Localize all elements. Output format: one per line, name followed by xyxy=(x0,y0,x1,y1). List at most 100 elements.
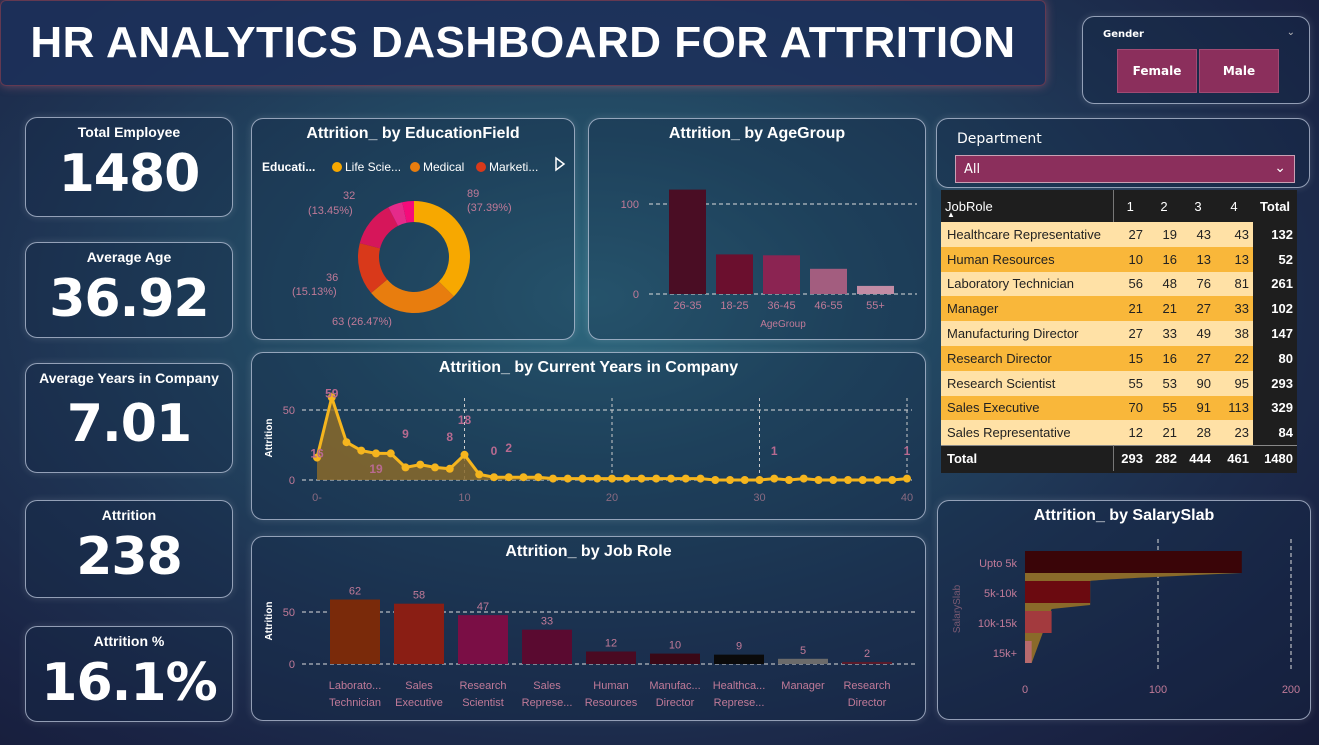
data-point[interactable] xyxy=(342,438,351,447)
data-point[interactable] xyxy=(401,463,410,472)
data-label: 2 xyxy=(505,441,512,455)
table-row[interactable]: Healthcare Representative 27 19 43 43 132 xyxy=(941,222,1297,247)
data-point[interactable] xyxy=(372,449,380,458)
table-cell: 27 xyxy=(1181,296,1215,322)
bar-job-role[interactable] xyxy=(778,658,828,664)
bar-job-role[interactable] xyxy=(714,654,764,664)
table-row[interactable]: Sales Representative 12 21 28 23 84 xyxy=(941,420,1297,446)
column-header[interactable]: JobRole ▲ xyxy=(941,190,1114,222)
data-point[interactable] xyxy=(770,474,779,483)
bar-job-role[interactable] xyxy=(330,599,380,664)
data-point[interactable] xyxy=(873,476,882,484)
data-label: 5 xyxy=(800,645,806,657)
table-row[interactable]: Laboratory Technician 56 48 76 81 261 xyxy=(941,271,1297,297)
data-point[interactable] xyxy=(696,474,705,483)
data-point[interactable] xyxy=(785,476,793,484)
data-point[interactable] xyxy=(888,476,897,484)
table-cell: 33 xyxy=(1147,321,1181,346)
column-header[interactable]: 2 xyxy=(1147,190,1181,222)
bar-job-role[interactable] xyxy=(586,651,636,664)
data-point[interactable] xyxy=(829,476,838,484)
department-dropdown[interactable]: All ⌄ xyxy=(955,155,1295,183)
y-tick: 0 xyxy=(289,659,295,671)
data-point[interactable] xyxy=(608,474,616,483)
data-point[interactable] xyxy=(563,474,572,483)
data-point[interactable] xyxy=(445,464,454,473)
column-header[interactable]: 3 xyxy=(1181,190,1215,222)
column-header[interactable]: 1 xyxy=(1113,190,1147,222)
data-point[interactable] xyxy=(475,470,484,479)
bar-job-role[interactable] xyxy=(650,653,700,664)
data-point[interactable] xyxy=(740,476,749,484)
data-point[interactable] xyxy=(799,474,808,483)
table-row[interactable]: Manufacturing Director 27 33 49 38 147 xyxy=(941,321,1297,346)
table-row[interactable]: Research Scientist 55 53 90 95 293 xyxy=(941,370,1297,396)
bar-salary-slab[interactable] xyxy=(1025,611,1052,633)
bar-salary-slab[interactable] xyxy=(1025,641,1032,663)
data-label: 19 xyxy=(369,462,383,476)
data-point[interactable] xyxy=(357,446,366,455)
bar-job-role[interactable] xyxy=(522,629,572,664)
legend-item[interactable]: Marketi... xyxy=(489,160,538,174)
kpi-label: Average Years in Company xyxy=(39,370,219,386)
x-tick: 0- xyxy=(312,492,322,504)
x-tick: Scientist xyxy=(462,697,504,709)
data-point[interactable] xyxy=(490,473,498,482)
data-point[interactable] xyxy=(578,474,587,483)
data-point[interactable] xyxy=(711,476,720,484)
kpi-attrition: Attrition 238 xyxy=(25,500,233,598)
x-tick: Laborato... xyxy=(329,680,382,692)
kpi-label: Total Employee xyxy=(77,124,181,140)
data-point[interactable] xyxy=(593,474,602,483)
bar-55+[interactable] xyxy=(857,285,894,294)
data-point[interactable] xyxy=(622,474,631,483)
bar-18-25[interactable] xyxy=(716,254,753,294)
legend-item[interactable]: Life Scie... xyxy=(345,160,401,174)
salaryslab-chart: Attrition_ by SalarySlab SalarySlab 0 100… xyxy=(937,500,1311,720)
data-point[interactable] xyxy=(652,474,661,483)
donut-slice-1[interactable] xyxy=(371,279,454,313)
column-header[interactable]: 4 xyxy=(1215,190,1253,222)
x-tick: Technician xyxy=(329,697,381,709)
data-point[interactable] xyxy=(431,463,439,472)
bar-salary-slab[interactable] xyxy=(1025,581,1091,603)
data-point[interactable] xyxy=(844,476,852,484)
bar-job-role[interactable] xyxy=(394,603,444,664)
years-line-area: Attrition 50 0 1659199 8180 2 1 10- 10 20 30 40 xyxy=(264,386,913,504)
data-point[interactable] xyxy=(726,476,734,484)
y-tick: 50 xyxy=(283,405,295,417)
gender-male-button[interactable]: Male xyxy=(1199,49,1279,93)
kpi-attrition-percent: Attrition % 16.1% xyxy=(25,626,233,722)
table-row[interactable]: Sales Executive 70 55 91 113 329 xyxy=(941,395,1297,421)
donut-slice-0[interactable] xyxy=(414,201,470,297)
data-point[interactable] xyxy=(637,474,646,483)
column-header[interactable]: Total xyxy=(1253,190,1297,222)
table-row[interactable]: Research Director 15 16 27 22 80 xyxy=(941,345,1297,371)
bar-36-45[interactable] xyxy=(763,255,800,294)
data-point[interactable] xyxy=(858,476,867,484)
bar-salary-slab[interactable] xyxy=(1025,551,1242,573)
data-point[interactable] xyxy=(667,474,675,483)
data-point[interactable] xyxy=(460,450,469,459)
data-point[interactable] xyxy=(755,476,764,484)
data-point[interactable] xyxy=(681,474,690,483)
legend-next-icon[interactable] xyxy=(555,156,566,172)
legend-item[interactable]: Medical xyxy=(423,160,464,174)
data-point[interactable] xyxy=(416,460,425,469)
table-row[interactable]: Manager 21 21 27 33 102 xyxy=(941,296,1297,322)
table-row[interactable]: Human Resources 10 16 13 13 52 xyxy=(941,246,1297,272)
bar-46-55[interactable] xyxy=(810,268,847,294)
data-point[interactable] xyxy=(903,474,911,483)
data-point[interactable] xyxy=(549,474,557,483)
data-point[interactable] xyxy=(504,473,513,482)
bar-26-35[interactable] xyxy=(669,189,706,294)
data-point[interactable] xyxy=(519,473,528,482)
data-point[interactable] xyxy=(814,476,823,484)
bar-job-role[interactable] xyxy=(842,661,892,664)
chevron-down-icon[interactable]: ⌄ xyxy=(1274,160,1286,176)
data-point[interactable] xyxy=(534,473,543,482)
bar-job-role[interactable] xyxy=(458,615,508,664)
gender-female-button[interactable]: Female xyxy=(1117,49,1197,93)
chevron-down-icon[interactable]: ⌄ xyxy=(1287,27,1295,38)
data-point[interactable] xyxy=(386,449,395,458)
